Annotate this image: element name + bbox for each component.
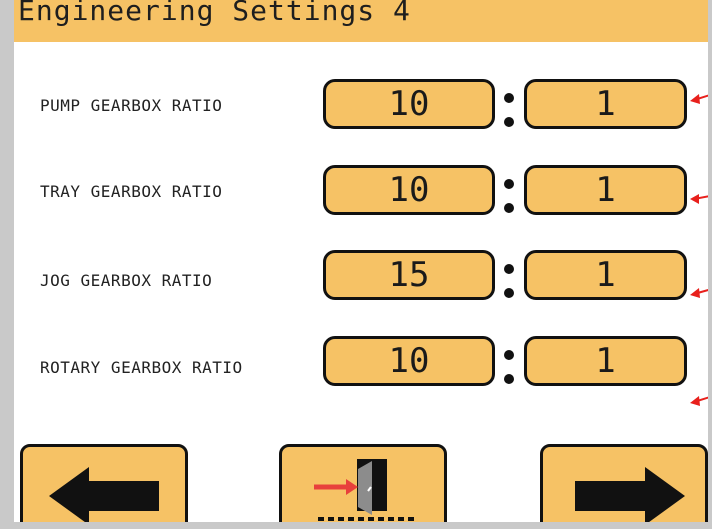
- ratio-separator: [500, 336, 518, 396]
- jog-gearbox-input-value[interactable]: 15: [323, 250, 495, 300]
- jog-gearbox-output-value[interactable]: 1: [524, 250, 687, 300]
- arrow-right-icon: [575, 467, 685, 522]
- rotary-gearbox-input-value[interactable]: 10: [323, 336, 495, 386]
- annotation-arrow-icon: [690, 396, 708, 406]
- rotary-gearbox-label: ROTARY GEARBOX RATIO: [40, 358, 243, 377]
- pump-gearbox-input-value[interactable]: 10: [323, 79, 495, 129]
- tray-gearbox-label: TRAY GEARBOX RATIO: [40, 182, 223, 201]
- hmi-screen: Engineering Settings 4 PUMP GEARBOX RATI…: [14, 0, 708, 522]
- ratio-separator: [500, 165, 518, 225]
- tray-gearbox-input-value[interactable]: 10: [323, 165, 495, 215]
- exit-door-icon: [314, 459, 414, 521]
- header-bar: Engineering Settings 4: [14, 0, 708, 42]
- rotary-gearbox-output-value[interactable]: 1: [524, 336, 687, 386]
- annotation-arrow-icon: [690, 288, 708, 298]
- annotation-arrow-icon: [690, 94, 708, 104]
- jog-gearbox-label: JOG GEARBOX RATIO: [40, 271, 213, 290]
- page-title: Engineering Settings 4: [18, 0, 411, 27]
- pump-gearbox-label: PUMP GEARBOX RATIO: [40, 96, 223, 115]
- arrow-left-icon: [49, 467, 159, 522]
- exit-button[interactable]: [279, 444, 447, 522]
- ratio-separator: [500, 250, 518, 310]
- next-button[interactable]: [540, 444, 708, 522]
- back-button[interactable]: [20, 444, 188, 522]
- pump-gearbox-output-value[interactable]: 1: [524, 79, 687, 129]
- tray-gearbox-output-value[interactable]: 1: [524, 165, 687, 215]
- ratio-separator: [500, 79, 518, 139]
- annotation-arrow-icon: [690, 194, 708, 204]
